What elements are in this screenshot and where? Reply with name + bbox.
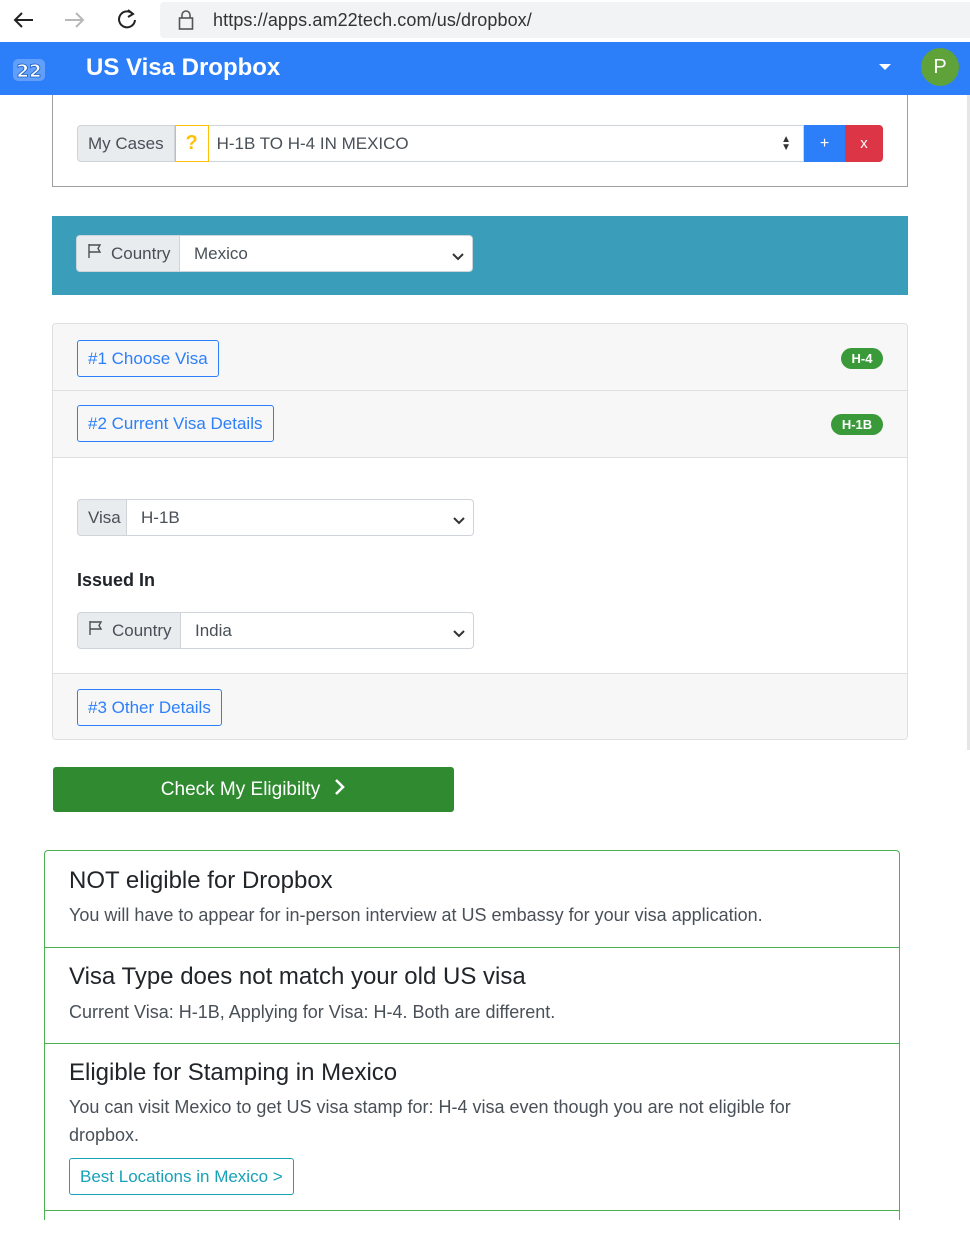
back-icon[interactable] (8, 5, 38, 35)
visa-label: Visa (77, 499, 127, 536)
choose-visa-button[interactable]: #1 Choose Visa (77, 340, 219, 377)
flag-icon (87, 243, 103, 264)
url-text: https://apps.am22tech.com/us/dropbox/ (213, 10, 532, 30)
cases-panel: My Cases ? H-1B TO H-4 IN MEXICO ▲ ▼ + x (52, 95, 908, 187)
country-select-value: Mexico (194, 243, 248, 263)
issued-in-heading: Issued In (77, 570, 156, 590)
updown-icon: ▲ ▼ (781, 134, 791, 153)
case-select[interactable]: H-1B TO H-4 IN MEXICO ▲ ▼ (208, 125, 804, 162)
app-logo[interactable]: 22 (12, 58, 46, 82)
country-filter-band: Country Mexico (52, 216, 908, 295)
case-select-value: H-1B TO H-4 IN MEXICO (216, 133, 409, 153)
check-eligibility-label: Check My Eligibilty (160, 778, 321, 800)
reload-icon[interactable] (112, 5, 142, 35)
step-3-header: #3 Other Details (53, 673, 907, 739)
current-visa-details-button[interactable]: #2 Current Visa Details (77, 405, 274, 442)
check-eligibility-button[interactable]: Check My Eligibilty (53, 767, 454, 812)
chevron-down-icon (453, 624, 465, 644)
visa-select-value: H-1B (141, 507, 180, 527)
address-bar[interactable]: https://apps.am22tech.com/us/dropbox/ (160, 2, 970, 38)
step-2-header: #2 Current Visa Details H-1B (53, 391, 907, 458)
result-title: NOT eligible for Dropbox (69, 867, 333, 894)
current-visa-badge: H-1B (831, 414, 883, 435)
chevron-down-icon (453, 511, 465, 531)
browser-toolbar: https://apps.am22tech.com/us/dropbox/ (0, 0, 970, 42)
result-title: Visa Type does not match your old US vis… (69, 963, 526, 990)
logo-text: 22 (16, 61, 41, 82)
result-item: NOT eligible for Dropbox You will have t… (45, 851, 899, 948)
cases-input-group: My Cases ? H-1B TO H-4 IN MEXICO ▲ ▼ + x (77, 125, 883, 162)
lock-icon (178, 10, 194, 35)
visa-input-group: Visa H-1B (77, 499, 474, 536)
issued-country-select[interactable]: India (181, 612, 474, 649)
add-case-button[interactable]: + (804, 125, 845, 162)
other-details-button[interactable]: #3 Other Details (77, 689, 222, 726)
country-select[interactable]: Mexico (180, 235, 473, 272)
selected-visa-badge: H-4 (841, 348, 883, 369)
issued-country-label-text: Country (112, 620, 172, 640)
app-navbar: 22 US Visa Dropbox P (0, 42, 970, 95)
visa-select[interactable]: H-1B (127, 499, 474, 536)
issued-country-select-value: India (195, 620, 232, 640)
chevron-down-icon (452, 247, 464, 267)
best-locations-button[interactable]: Best Locations in Mexico > (69, 1158, 294, 1195)
user-avatar[interactable]: P (921, 48, 959, 86)
country-label-text: Country (111, 243, 171, 263)
result-text: You will have to appear for in-person in… (69, 905, 763, 925)
help-button[interactable]: ? (174, 125, 209, 162)
visa-steps-accordion: #1 Choose Visa H-4 #2 Current Visa Detai… (52, 323, 908, 740)
country-input-group: Country Mexico (76, 235, 473, 272)
issued-country-label: Country (77, 612, 181, 649)
my-cases-label: My Cases (77, 125, 175, 162)
forward-icon[interactable] (60, 5, 90, 35)
result-title: Eligible for Stamping in Mexico (69, 1059, 398, 1086)
flag-icon (88, 620, 104, 641)
chevron-right-icon (334, 778, 346, 801)
country-label: Country (76, 235, 180, 272)
app-title[interactable]: US Visa Dropbox (86, 54, 280, 82)
issued-country-input-group: Country India (77, 612, 474, 649)
step-1-header: #1 Choose Visa H-4 (53, 324, 907, 391)
eligibility-results: NOT eligible for Dropbox You will have t… (44, 850, 900, 1220)
result-item: Visa Type does not match your old US vis… (45, 948, 899, 1044)
dropdown-caret-icon[interactable] (879, 64, 891, 70)
remove-case-button[interactable]: x (845, 125, 883, 162)
result-text: Current Visa: H-1B, Applying for Visa: H… (69, 1002, 556, 1022)
result-text: You can visit Mexico to get US visa stam… (69, 1097, 791, 1145)
